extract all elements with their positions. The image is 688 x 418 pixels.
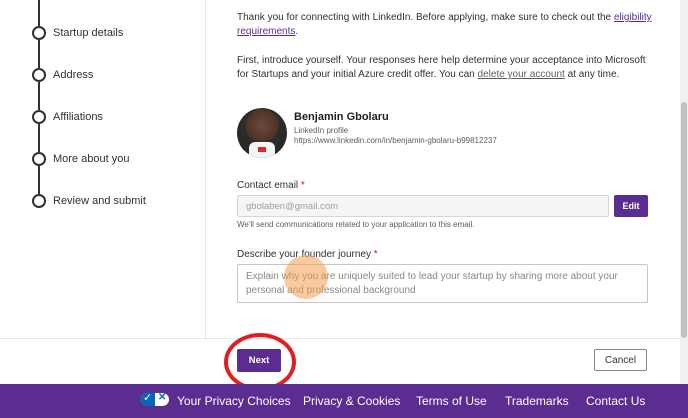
step-circle-affiliations <box>32 110 46 124</box>
required-mark: * <box>373 249 378 260</box>
stepper-line <box>38 166 40 194</box>
site-footer: ✓ ✕ Your Privacy Choices Privacy & Cooki… <box>0 384 688 418</box>
profile-subtitle: LinkedIn profile <box>294 126 349 135</box>
click-indicator <box>284 255 328 299</box>
profile-url: https://www.linkedin.com/in/benjamin-gbo… <box>294 136 497 145</box>
intro-paragraph: Thank you for connecting with LinkedIn. … <box>237 11 652 39</box>
contact-email-field[interactable]: gbolaben@gmail.com <box>237 195 609 217</box>
introduce-text-end: at any time. <box>564 69 620 80</box>
step-circle-address <box>32 68 46 82</box>
avatar-bowtie <box>258 147 266 152</box>
privacy-choices-icon[interactable]: ✓ ✕ <box>141 393 169 406</box>
step-label-address[interactable]: Address <box>53 69 93 81</box>
footer-contact-link[interactable]: Contact Us <box>586 394 645 408</box>
stepper-line <box>38 82 40 110</box>
step-circle-review-submit <box>32 194 46 208</box>
step-label-affiliations[interactable]: Affiliations <box>53 111 103 123</box>
profile-name: Benjamin Gbolaru <box>294 111 389 123</box>
step-label-review-submit[interactable]: Review and submit <box>53 195 146 207</box>
stepper-line <box>38 40 40 68</box>
stepper-line <box>38 124 40 152</box>
footer-privacy-cookies-link[interactable]: Privacy & Cookies <box>303 394 400 408</box>
progress-stepper: Startup details Address Affiliations Mor… <box>0 0 205 340</box>
contact-email-label-text: Contact email <box>237 180 299 191</box>
action-bar-divider <box>0 338 688 339</box>
contact-email-label: Contact email * <box>237 180 305 191</box>
step-label-startup-details[interactable]: Startup details <box>53 27 123 39</box>
footer-trademarks-link[interactable]: Trademarks <box>505 394 569 408</box>
highlight-ring-annotation <box>224 333 296 391</box>
email-helper-text: We'll send communications related to you… <box>237 220 475 229</box>
linkedin-profile-card: Benjamin Gbolaru LinkedIn profile https:… <box>237 108 657 160</box>
edit-email-button[interactable]: Edit <box>614 195 648 217</box>
x-icon: ✕ <box>158 393 167 403</box>
cancel-button[interactable]: Cancel <box>594 349 647 371</box>
check-icon: ✓ <box>143 393 153 404</box>
intro-text: Thank you for connecting with LinkedIn. … <box>237 12 614 23</box>
avatar <box>237 108 287 158</box>
step-label-more-about-you[interactable]: More about you <box>53 153 129 165</box>
stepper-line <box>38 0 40 26</box>
required-mark: * <box>300 180 305 191</box>
stepper-divider <box>205 0 206 340</box>
scrollbar-thumb[interactable] <box>681 102 687 338</box>
introduce-paragraph: First, introduce yourself. Your response… <box>237 54 657 82</box>
step-circle-more-about-you <box>32 152 46 166</box>
intro-text-end: . <box>295 26 299 37</box>
delete-account-link[interactable]: delete your account <box>478 69 565 80</box>
footer-privacy-choices-link[interactable]: Your Privacy Choices <box>177 394 291 408</box>
footer-terms-link[interactable]: Terms of Use <box>416 394 487 408</box>
step-circle-startup-details <box>32 26 46 40</box>
